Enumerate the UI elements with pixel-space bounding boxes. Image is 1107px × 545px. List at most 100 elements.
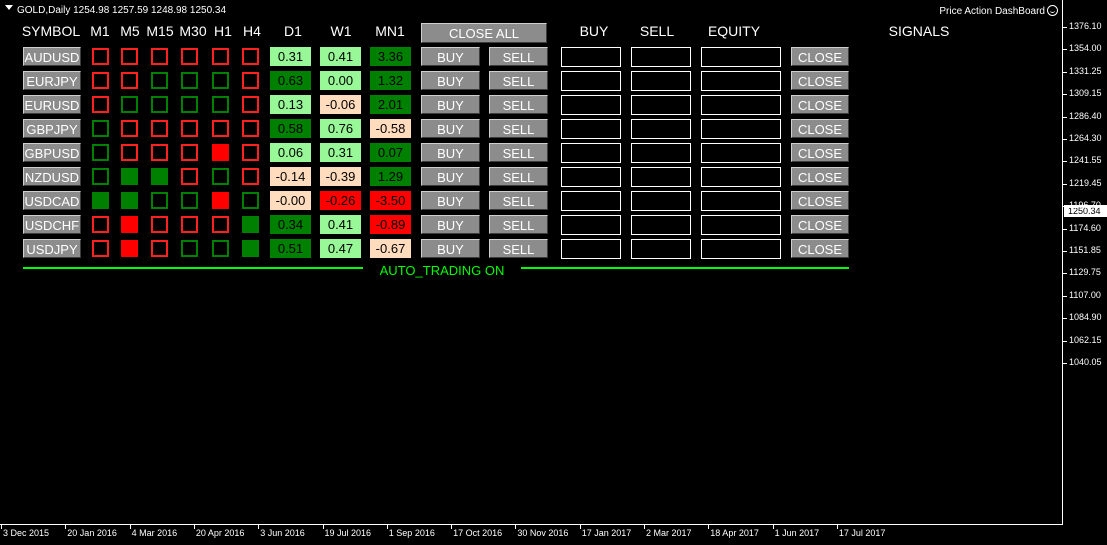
sell-button-usdchf[interactable]: SELL bbox=[489, 215, 548, 234]
signal-box bbox=[121, 144, 138, 161]
sell-button-gbpjpy[interactable]: SELL bbox=[489, 119, 548, 138]
signal-box bbox=[242, 168, 259, 185]
dropdown-triangle-icon[interactable] bbox=[5, 5, 13, 10]
time-tick: 17 Jan 2017 bbox=[581, 528, 632, 538]
signal-box bbox=[181, 72, 198, 89]
time-tick: 17 Oct 2016 bbox=[453, 528, 503, 538]
strength-value: -0.39 bbox=[320, 167, 361, 186]
equity-output-gbpusd bbox=[701, 143, 781, 163]
buy-button-usdjpy[interactable]: BUY bbox=[421, 239, 480, 258]
header-signals: SIGNALS bbox=[888, 23, 950, 39]
signal-box bbox=[121, 240, 138, 257]
signal-box bbox=[92, 48, 109, 65]
buy-button-nzdusd[interactable]: BUY bbox=[421, 167, 480, 186]
signal-box bbox=[92, 96, 109, 113]
close-button-eurusd[interactable]: CLOSE bbox=[791, 95, 849, 114]
close-button-gbpusd[interactable]: CLOSE bbox=[791, 143, 849, 162]
strength-value: -0.14 bbox=[270, 167, 311, 186]
signal-box bbox=[181, 240, 198, 257]
price-tick: 1129.75 bbox=[1063, 267, 1107, 277]
buy-button-gbpusd[interactable]: BUY bbox=[421, 143, 480, 162]
symbol-button-usdcad[interactable]: USDCAD bbox=[23, 191, 81, 210]
symbol-button-nzdusd[interactable]: NZDUSD bbox=[23, 167, 81, 186]
strength-value: 0.06 bbox=[270, 143, 311, 162]
signal-box bbox=[151, 96, 168, 113]
close-button-audusd[interactable]: CLOSE bbox=[791, 47, 849, 66]
symbol-button-gbpjpy[interactable]: GBPJPY bbox=[23, 119, 81, 138]
strength-value: -0.67 bbox=[370, 239, 411, 258]
close-button-gbpjpy[interactable]: CLOSE bbox=[791, 119, 849, 138]
price-tick: 1309.15 bbox=[1063, 88, 1107, 98]
signal-box bbox=[212, 144, 229, 161]
sell-output-audusd bbox=[631, 47, 691, 67]
header-period-mn1: MN1 bbox=[375, 23, 405, 39]
signal-box bbox=[242, 48, 259, 65]
header-equity: EQUITY bbox=[707, 23, 761, 39]
symbol-button-usdjpy[interactable]: USDJPY bbox=[23, 239, 81, 258]
buy-output-gbpjpy bbox=[561, 119, 621, 139]
buy-button-audusd[interactable]: BUY bbox=[421, 47, 480, 66]
buy-button-usdcad[interactable]: BUY bbox=[421, 191, 480, 210]
symbol-button-gbpusd[interactable]: GBPUSD bbox=[23, 143, 81, 162]
header-period-d1: D1 bbox=[284, 23, 302, 39]
sell-output-nzdusd bbox=[631, 167, 691, 187]
sell-output-usdjpy bbox=[631, 239, 691, 259]
symbol-button-usdchf[interactable]: USDCHF bbox=[23, 215, 81, 234]
strength-value: 3.36 bbox=[370, 47, 411, 66]
time-tick: 20 Jan 2016 bbox=[67, 528, 117, 538]
symbol-button-eurjpy[interactable]: EURJPY bbox=[23, 71, 81, 90]
equity-output-usdjpy bbox=[701, 239, 781, 259]
signal-box bbox=[92, 192, 109, 209]
close-all-button[interactable]: CLOSE ALL bbox=[421, 23, 547, 43]
buy-button-eurjpy[interactable]: BUY bbox=[421, 71, 480, 90]
signal-box bbox=[181, 96, 198, 113]
sell-button-usdcad[interactable]: SELL bbox=[489, 191, 548, 210]
signal-box bbox=[242, 96, 259, 113]
time-tick-mark bbox=[129, 525, 131, 529]
signal-box bbox=[151, 168, 168, 185]
header-sell: SELL bbox=[639, 23, 675, 39]
header-period-w1: W1 bbox=[330, 23, 352, 39]
close-button-nzdusd[interactable]: CLOSE bbox=[791, 167, 849, 186]
close-button-usdcad[interactable]: CLOSE bbox=[791, 191, 849, 210]
header-tf-m15: M15 bbox=[146, 23, 174, 39]
buy-button-usdchf[interactable]: BUY bbox=[421, 215, 480, 234]
buy-button-eurusd[interactable]: BUY bbox=[421, 95, 480, 114]
signal-box bbox=[212, 168, 229, 185]
equity-output-gbpjpy bbox=[701, 119, 781, 139]
sell-button-usdjpy[interactable]: SELL bbox=[489, 239, 548, 258]
symbol-button-eurusd[interactable]: EURUSD bbox=[23, 95, 81, 114]
strength-value: 0.41 bbox=[320, 47, 361, 66]
close-button-usdjpy[interactable]: CLOSE bbox=[791, 239, 849, 258]
sell-button-gbpusd[interactable]: SELL bbox=[489, 143, 548, 162]
smiley-icon bbox=[1047, 5, 1058, 16]
buy-output-gbpusd bbox=[561, 143, 621, 163]
signal-box bbox=[212, 192, 229, 209]
symbol-button-audusd[interactable]: AUDUSD bbox=[23, 47, 81, 66]
strength-value: -3.50 bbox=[370, 191, 411, 210]
signal-box bbox=[121, 192, 138, 209]
buy-output-eurusd bbox=[561, 95, 621, 115]
signal-box bbox=[92, 144, 109, 161]
signal-box bbox=[92, 72, 109, 89]
strength-value: 0.00 bbox=[320, 71, 361, 90]
sell-button-eurjpy[interactable]: SELL bbox=[489, 71, 548, 90]
sell-button-audusd[interactable]: SELL bbox=[489, 47, 548, 66]
sell-button-nzdusd[interactable]: SELL bbox=[489, 167, 548, 186]
close-button-eurjpy[interactable]: CLOSE bbox=[791, 71, 849, 90]
header-tf-m30: M30 bbox=[179, 23, 207, 39]
buy-output-audusd bbox=[561, 47, 621, 67]
signal-box bbox=[151, 48, 168, 65]
buy-output-nzdusd bbox=[561, 167, 621, 187]
time-tick: 18 Apr 2017 bbox=[710, 528, 759, 538]
time-tick-mark bbox=[386, 525, 388, 529]
signal-box bbox=[242, 216, 259, 233]
sell-output-gbpusd bbox=[631, 143, 691, 163]
strength-value: 0.31 bbox=[270, 47, 311, 66]
signal-box bbox=[92, 120, 109, 137]
sell-button-eurusd[interactable]: SELL bbox=[489, 95, 548, 114]
price-tick: 1174.60 bbox=[1063, 223, 1107, 233]
close-button-usdchf[interactable]: CLOSE bbox=[791, 215, 849, 234]
price-tick: 1196.70 bbox=[1063, 200, 1107, 210]
buy-button-gbpjpy[interactable]: BUY bbox=[421, 119, 480, 138]
